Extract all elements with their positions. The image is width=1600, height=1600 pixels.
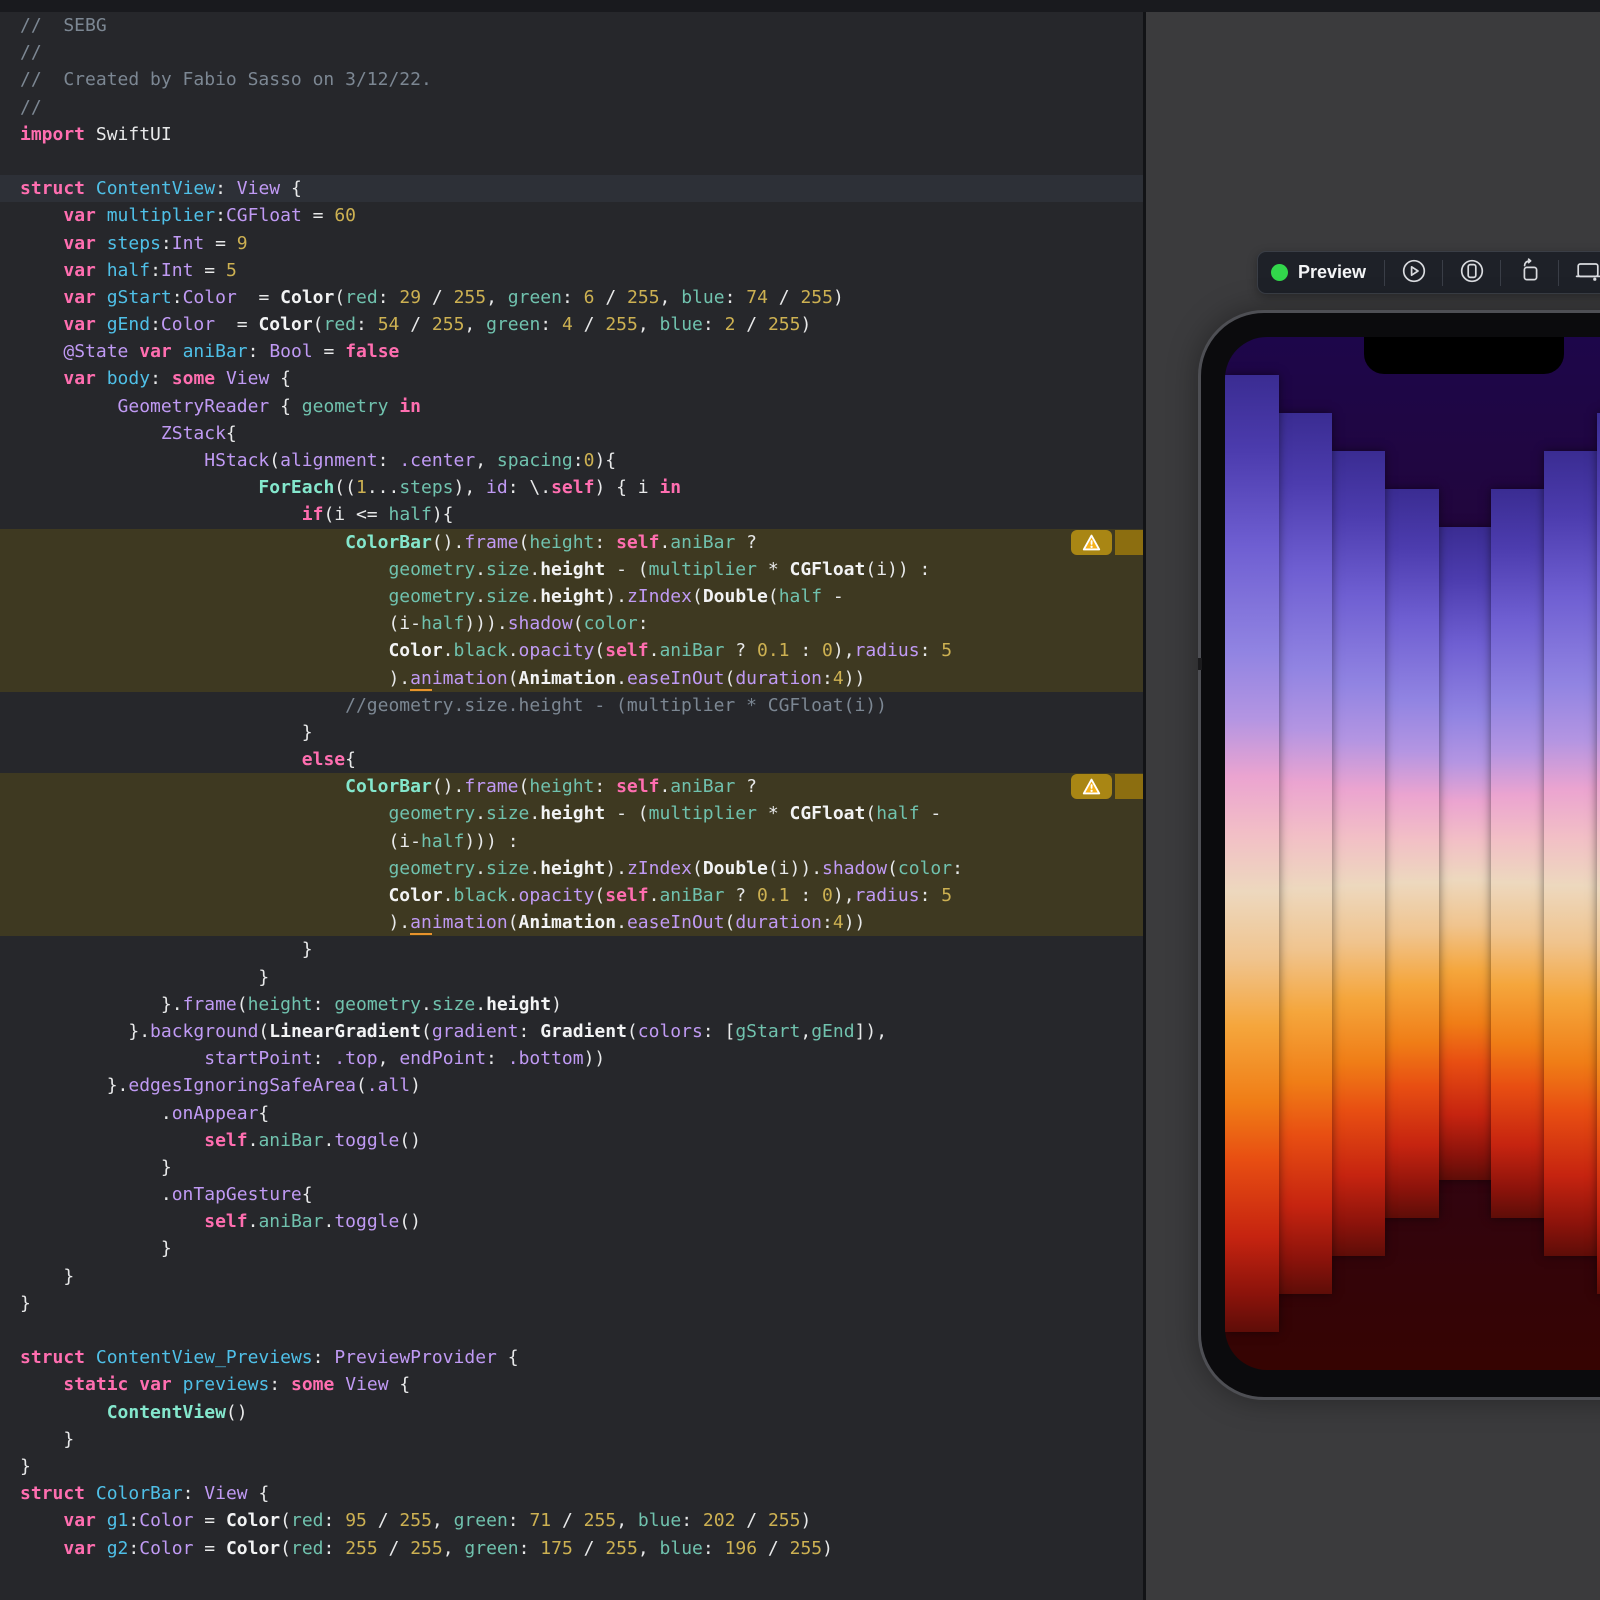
color-bar — [1544, 451, 1598, 1256]
code-line[interactable]: var gStart:Color = Color(red: 29 / 255, … — [0, 284, 1143, 311]
warning-gutter-strip — [1115, 530, 1143, 555]
preview-status: Preview — [1258, 262, 1384, 283]
tab-bar-strip — [0, 0, 1600, 12]
code-line[interactable]: // SEBG — [0, 12, 1143, 39]
code-line[interactable]: static var previews: some View { — [0, 1371, 1143, 1398]
code-line[interactable]: HStack(alignment: .center, spacing:0){ — [0, 447, 1143, 474]
rotate-device-button[interactable] — [1501, 252, 1558, 293]
code-line[interactable]: var body: some View { — [0, 365, 1143, 392]
iphone-device-frame — [1198, 310, 1600, 1400]
code-line[interactable]: }.edgesIgnoringSafeArea(.all) — [0, 1072, 1143, 1099]
code-line[interactable]: // — [0, 94, 1143, 121]
code-line[interactable]: self.aniBar.toggle() — [0, 1127, 1143, 1154]
code-line[interactable]: ColorBar().frame(height: self.aniBar ? — [0, 529, 1143, 556]
code-line[interactable]: } — [0, 1453, 1143, 1480]
code-line[interactable]: var multiplier:CGFloat = 60 — [0, 202, 1143, 229]
code-line[interactable]: } — [0, 1426, 1143, 1453]
code-line[interactable]: (i-half))).shadow(color: — [0, 610, 1143, 637]
code-line[interactable]: // Created by Fabio Sasso on 3/12/22. — [0, 66, 1143, 93]
warning-triangle-icon[interactable] — [1071, 530, 1112, 555]
code-line[interactable]: @State var aniBar: Bool = false — [0, 338, 1143, 365]
code-line[interactable]: geometry.size.height - (multiplier * CGF… — [0, 800, 1143, 827]
warning-triangle-icon[interactable] — [1071, 774, 1112, 799]
code-line[interactable]: var g2:Color = Color(red: 255 / 255, gre… — [0, 1535, 1143, 1562]
code-area: // SEBG//// Created by Fabio Sasso on 3/… — [0, 12, 1143, 1562]
code-line[interactable]: var half:Int = 5 — [0, 257, 1143, 284]
code-line[interactable]: ZStack{ — [0, 420, 1143, 447]
code-line[interactable]: .onTapGesture{ — [0, 1181, 1143, 1208]
device-circle-icon — [1459, 258, 1485, 287]
code-line[interactable]: self.aniBar.toggle() — [0, 1208, 1143, 1235]
color-bar — [1385, 489, 1439, 1218]
code-line[interactable]: startPoint: .top, endPoint: .bottom)) — [0, 1045, 1143, 1072]
code-line[interactable] — [0, 148, 1143, 175]
code-line[interactable]: }.frame(height: geometry.size.height) — [0, 991, 1143, 1018]
code-line[interactable]: ForEach((1...steps), id: \.self) { i in — [0, 474, 1143, 501]
code-line[interactable]: var steps:Int = 9 — [0, 230, 1143, 257]
code-line[interactable]: geometry.size.height - (multiplier * CGF… — [0, 556, 1143, 583]
preview-ready-dot-icon — [1271, 264, 1288, 281]
code-line[interactable]: // — [0, 39, 1143, 66]
code-line[interactable]: else{ — [0, 746, 1143, 773]
code-line[interactable]: } — [0, 1235, 1143, 1262]
code-line[interactable]: struct ColorBar: View { — [0, 1480, 1143, 1507]
preview-display-button[interactable] — [1559, 252, 1600, 293]
code-line[interactable]: struct ContentView_Previews: PreviewProv… — [0, 1344, 1143, 1371]
notch — [1364, 337, 1564, 374]
code-line[interactable]: ContentView() — [0, 1399, 1143, 1426]
code-line[interactable]: }.background(LinearGradient(gradient: Gr… — [0, 1018, 1143, 1045]
preview-status-label: Preview — [1298, 262, 1366, 283]
source-editor[interactable]: // SEBG//// Created by Fabio Sasso on 3/… — [0, 12, 1143, 1600]
code-line[interactable]: } — [0, 1290, 1143, 1317]
warning-badge[interactable] — [1071, 530, 1143, 555]
code-line[interactable]: if(i <= half){ — [0, 501, 1143, 528]
code-line[interactable]: struct ContentView: View { — [0, 175, 1143, 202]
color-bar — [1491, 489, 1545, 1218]
color-bar — [1225, 375, 1279, 1332]
color-bar — [1278, 413, 1332, 1294]
code-line[interactable]: } — [0, 964, 1143, 991]
code-line[interactable]: Color.black.opacity(self.aniBar ? 0.1 : … — [0, 637, 1143, 664]
code-line[interactable]: ).animation(Animation.easeInOut(duration… — [0, 909, 1143, 936]
code-line[interactable]: } — [0, 719, 1143, 746]
code-line[interactable]: geometry.size.height).zIndex(Double(half… — [0, 583, 1143, 610]
code-line[interactable]: .onAppear{ — [0, 1100, 1143, 1127]
code-line[interactable]: Color.black.opacity(self.aniBar ? 0.1 : … — [0, 882, 1143, 909]
iphone-screen[interactable] — [1225, 337, 1600, 1370]
code-line[interactable]: ).animation(Animation.easeInOut(duration… — [0, 665, 1143, 692]
preview-toolbar: Preview — [1257, 251, 1600, 294]
code-line[interactable]: } — [0, 936, 1143, 963]
code-line[interactable]: } — [0, 1263, 1143, 1290]
preview-on-device-button[interactable] — [1443, 252, 1500, 293]
code-line[interactable]: var gEnd:Color = Color(red: 54 / 255, gr… — [0, 311, 1143, 338]
code-line[interactable]: (i-half))) : — [0, 828, 1143, 855]
warning-gutter-strip — [1115, 774, 1143, 799]
display-icon — [1575, 258, 1600, 287]
color-bar — [1331, 451, 1385, 1256]
code-line[interactable]: //geometry.size.height - (multiplier * C… — [0, 692, 1143, 719]
warning-badge[interactable] — [1071, 774, 1143, 799]
code-line[interactable] — [0, 1317, 1143, 1344]
rotate-square-icon — [1517, 258, 1543, 287]
code-line[interactable]: var g1:Color = Color(red: 95 / 255, gree… — [0, 1507, 1143, 1534]
code-line[interactable]: } — [0, 1154, 1143, 1181]
code-line[interactable]: ColorBar().frame(height: self.aniBar ? — [0, 773, 1143, 800]
code-line[interactable]: import SwiftUI — [0, 121, 1143, 148]
live-preview-button[interactable] — [1385, 252, 1442, 293]
antenna-line — [1198, 658, 1202, 670]
code-line[interactable]: GeometryReader { geometry in — [0, 393, 1143, 420]
color-bar — [1438, 527, 1492, 1180]
play-circle-icon — [1401, 258, 1427, 287]
xcode-window: { "window": {"top_strip_color": "#191A1E… — [0, 0, 1600, 1600]
preview-canvas[interactable]: Preview — [1146, 12, 1600, 1600]
code-line[interactable]: geometry.size.height).zIndex(Double(i)).… — [0, 855, 1143, 882]
